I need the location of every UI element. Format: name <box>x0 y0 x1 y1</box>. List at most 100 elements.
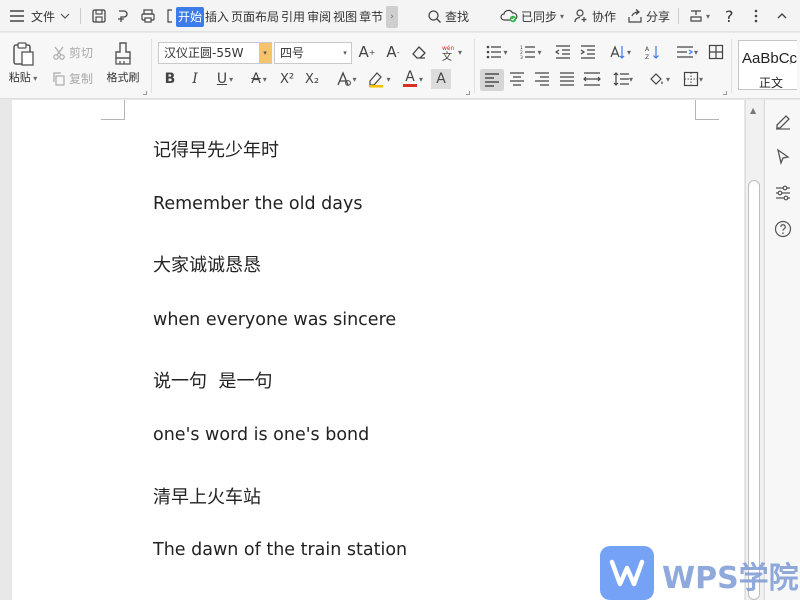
sliders-settings-icon[interactable] <box>774 184 792 202</box>
help-circle-icon[interactable] <box>774 220 792 238</box>
font-name-select[interactable]: 汉仪正圆-55W ▾ <box>158 42 272 64</box>
cursor-select-icon[interactable] <box>774 148 792 166</box>
tab-view[interactable]: 视图 <box>332 7 358 27</box>
printer-icon <box>141 9 155 23</box>
highlight-caret: ▾ <box>386 74 391 84</box>
align-center-icon <box>510 72 524 86</box>
decrease-indent-button[interactable] <box>553 42 573 62</box>
print-button[interactable] <box>137 4 159 28</box>
style-gallery-scroll[interactable]: › <box>789 58 792 67</box>
page-corner-mark-right <box>695 100 719 120</box>
strikethrough-button[interactable]: A ▾ <box>244 69 274 89</box>
borders-button[interactable]: ▾ <box>678 69 708 89</box>
italic-button[interactable]: I <box>185 69 205 89</box>
text-direction-button[interactable]: ▾ <box>605 42 635 62</box>
divider <box>678 8 679 24</box>
highlight-button[interactable]: ▾ <box>364 69 394 89</box>
vertical-scrollbar[interactable]: ▲ <box>745 100 763 600</box>
paragraph-1[interactable]: 记得早先少年时 <box>153 136 279 162</box>
collapse-ribbon-button[interactable] <box>772 4 792 28</box>
more-options-button[interactable] <box>750 4 762 28</box>
paragraph-8[interactable]: The dawn of the train station <box>153 540 407 560</box>
shading-button[interactable]: ▾ <box>644 69 674 89</box>
search-icon <box>428 9 441 23</box>
italic-label: I <box>192 71 198 87</box>
paragraph-2[interactable]: Remember the old days <box>153 194 362 214</box>
paste-label-row: 粘贴 ▾ <box>9 69 38 85</box>
divider <box>80 8 81 24</box>
group-divider <box>474 39 475 93</box>
collaborate-button[interactable]: 协作 <box>570 4 619 28</box>
align-right-button[interactable] <box>532 69 552 89</box>
paragraph-7[interactable]: 清早上火车站 <box>153 483 261 509</box>
paragraph-4[interactable]: when everyone was sincere <box>153 310 396 330</box>
sync-caret: ▾ <box>560 11 565 21</box>
paragraph-6[interactable]: one's word is one's bond <box>153 425 369 445</box>
paragraph-dialog-launcher[interactable] <box>723 91 727 95</box>
distribute-button[interactable] <box>582 69 602 89</box>
svg-text:Z: Z <box>645 54 649 60</box>
clear-format-button[interactable] <box>409 42 429 62</box>
cut-button[interactable]: 剪切 <box>52 44 93 61</box>
chevron-down-icon <box>60 13 70 19</box>
justify-button[interactable] <box>557 69 577 89</box>
format-painter-button[interactable]: 格式刷 <box>103 41 143 85</box>
sort-button[interactable]: AZ <box>643 42 663 62</box>
phonetic-guide-button[interactable]: wén 文 ▾ <box>437 42 465 62</box>
font-size-select[interactable]: 四号 ▾ <box>274 42 352 64</box>
character-shading-label: A <box>436 71 446 87</box>
paragraph-layout-caret: ▾ <box>693 47 698 57</box>
document-page[interactable]: 记得早先少年时 Remember the old days 大家诚诚恳恳 whe… <box>12 100 744 600</box>
bullets-button[interactable]: ▾ <box>482 42 512 62</box>
help-button[interactable]: ? <box>722 4 737 28</box>
line-spacing-options-button[interactable]: ▾ <box>672 42 702 62</box>
search-button[interactable]: 查找 <box>424 4 472 28</box>
tabs-more-button[interactable]: › <box>386 6 399 28</box>
font-color-button[interactable]: A ▾ <box>398 69 428 89</box>
line-spacing-button[interactable]: ▾ <box>608 69 638 89</box>
subscript-button[interactable]: X₂ <box>302 69 322 89</box>
share-button[interactable]: 分享 <box>624 4 673 28</box>
bold-button[interactable]: B <box>160 69 180 89</box>
tab-page-layout[interactable]: 页面布局 <box>230 7 280 27</box>
text-effect-caret: ▾ <box>352 74 357 84</box>
font-dialog-launcher[interactable] <box>466 91 470 95</box>
tab-review[interactable]: 审阅 <box>306 7 332 27</box>
scroll-up-arrow[interactable]: ▲ <box>750 106 756 115</box>
tab-chapter[interactable]: 章节 <box>358 7 384 27</box>
shrink-font-button[interactable]: A- <box>383 42 403 62</box>
font-color-glyph: A <box>405 69 415 85</box>
numbering-button[interactable]: 123 ▾ <box>516 42 546 62</box>
paragraph-5[interactable]: 说一句 是一句 <box>153 367 272 393</box>
align-left-button[interactable] <box>480 69 504 91</box>
file-menu[interactable]: 文件 <box>6 4 74 28</box>
output-button[interactable] <box>112 4 134 28</box>
phonetic-caret: ▾ <box>457 47 462 57</box>
review-toggle-button[interactable]: ▾ <box>685 4 713 28</box>
increase-indent-button[interactable] <box>578 42 598 62</box>
copy-label: 复制 <box>69 72 94 86</box>
copy-button[interactable]: 复制 <box>52 70 93 87</box>
sync-status[interactable]: 已同步 ▾ <box>497 4 567 28</box>
paragraph-3[interactable]: 大家诚诚恳恳 <box>153 251 261 277</box>
pen-edit-icon[interactable] <box>774 112 792 130</box>
character-shading-button[interactable]: A <box>431 69 451 89</box>
underline-button[interactable]: U ▾ <box>210 69 240 89</box>
paste-caret: ▾ <box>30 74 38 83</box>
file-menu-label: 文件 <box>31 9 56 24</box>
copy-icon <box>53 71 65 86</box>
clipboard-dialog-launcher[interactable] <box>143 91 147 95</box>
eraser-icon <box>412 46 426 59</box>
page-corner-mark-left <box>101 100 125 120</box>
paste-button[interactable]: 粘贴 ▾ <box>5 41 41 85</box>
superscript-button[interactable]: X² <box>277 69 297 89</box>
tab-home[interactable]: 开始 <box>176 7 205 27</box>
grow-font-button[interactable]: A + <box>357 42 377 62</box>
scroll-thumb[interactable] <box>748 180 760 600</box>
align-center-button[interactable] <box>507 69 527 89</box>
save-button[interactable] <box>88 4 110 28</box>
tab-references[interactable]: 引用 <box>280 7 306 27</box>
tab-insert[interactable]: 插入 <box>204 7 230 27</box>
show-hide-marks-button[interactable] <box>706 42 726 62</box>
text-effect-button[interactable]: ▾ <box>331 69 361 89</box>
